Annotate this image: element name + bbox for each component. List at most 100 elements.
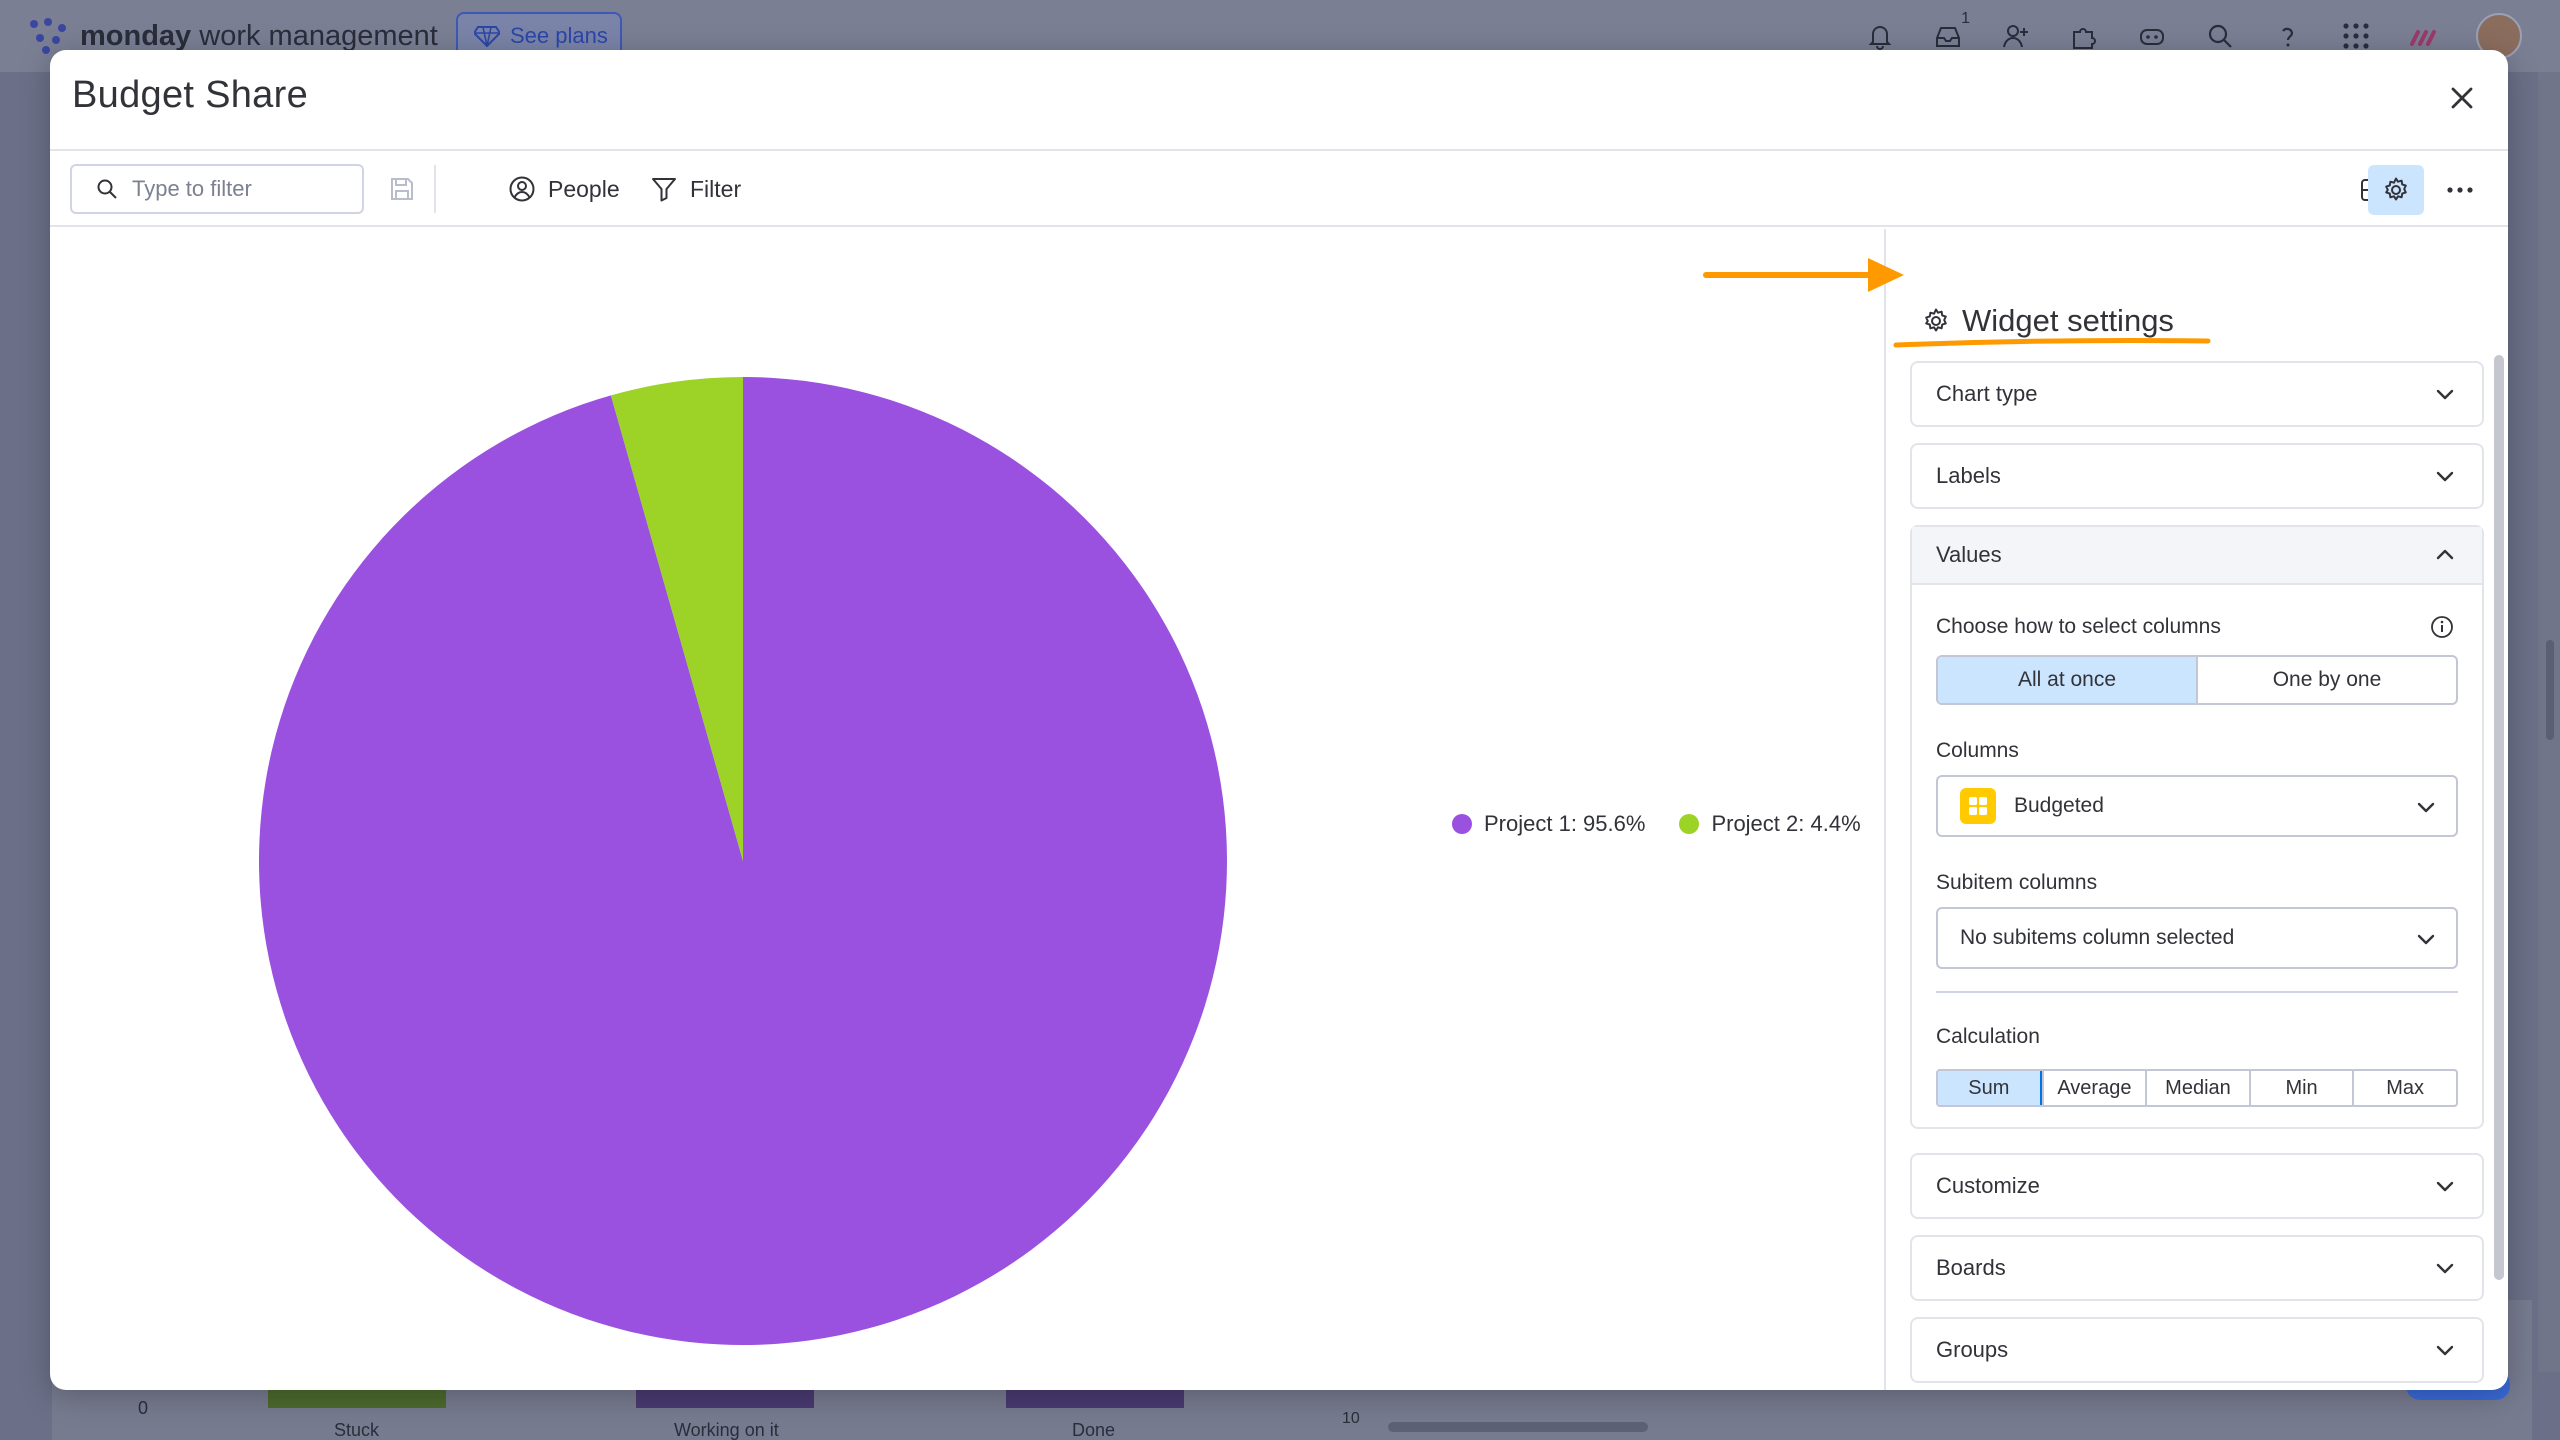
- legend-item-project-2[interactable]: Project 2: 4.4%: [1679, 811, 1861, 837]
- filter-button[interactable]: Filter: [642, 165, 749, 213]
- section-title: Values: [1936, 542, 2002, 567]
- section-labels[interactable]: Labels: [1910, 443, 2484, 509]
- person-circle-icon: [509, 176, 535, 202]
- background-bar-label: Working on it: [674, 1420, 779, 1440]
- legend-item-project-1[interactable]: Project 1: 95.6%: [1452, 811, 1645, 837]
- section-chart-type[interactable]: Chart type: [1910, 361, 2484, 427]
- calc-max[interactable]: Max: [2352, 1071, 2456, 1105]
- invite-user-icon[interactable]: [2000, 20, 2032, 52]
- save-view-button[interactable]: [384, 171, 420, 207]
- gear-icon: [2385, 177, 2407, 201]
- calculation-toggle: Sum Average Median Min Max: [1936, 1069, 2458, 1107]
- modal-toolbar: People Filter: [50, 151, 2508, 227]
- info-icon[interactable]: [2430, 615, 2454, 639]
- section-title: Labels: [1936, 463, 2001, 488]
- section-header[interactable]: Groups: [1912, 1319, 2482, 1381]
- column-mode-toggle: All at once One by one: [1936, 655, 2458, 705]
- chart-area: Project 1: 95.6% Project 2: 4.4%: [50, 229, 1884, 1390]
- help-icon[interactable]: [2272, 20, 2304, 52]
- ai-bot-icon[interactable]: [2136, 20, 2168, 52]
- section-header[interactable]: Customize: [1912, 1155, 2482, 1217]
- numbers-column-icon: [1960, 788, 1996, 824]
- section-header[interactable]: Chart type: [1912, 363, 2482, 425]
- filter-label: Filter: [690, 175, 742, 202]
- chevron-up-icon: [2436, 549, 2454, 560]
- calc-sum[interactable]: Sum: [1938, 1071, 2042, 1105]
- save-icon: [391, 178, 413, 200]
- background-horizontal-scrollbar: [1388, 1422, 1648, 1432]
- filter-funnel-icon: [652, 178, 676, 202]
- section-header[interactable]: Values: [1912, 527, 2482, 585]
- chart-legend: Project 1: 95.6% Project 2: 4.4%: [1452, 811, 1861, 837]
- legend-label: Project 2: 4.4%: [1711, 811, 1861, 836]
- background-bar-label: Stuck: [334, 1420, 380, 1440]
- more-dots-icon: [2447, 187, 2473, 193]
- close-button[interactable]: [2442, 78, 2482, 118]
- app-brand: monday work management: [80, 20, 438, 52]
- columns-value: Budgeted: [2014, 794, 2104, 817]
- legend-swatch: [1679, 814, 1700, 834]
- section-groups[interactable]: Groups: [1910, 1317, 2484, 1383]
- inbox-count-badge: 1: [1961, 10, 1970, 27]
- settings-scrollbar[interactable]: [2494, 355, 2504, 1280]
- search-icon: [97, 179, 117, 199]
- section-title: Customize: [1936, 1173, 2040, 1198]
- inbox-icon[interactable]: 1: [1932, 10, 1970, 52]
- columns-dropdown[interactable]: Budgeted: [1936, 775, 2458, 837]
- section-title: Boards: [1936, 1255, 2006, 1280]
- close-icon: [2451, 87, 2473, 109]
- legend-swatch: [1452, 814, 1472, 834]
- legend-label: Project 1: 95.6%: [1484, 811, 1646, 836]
- diamond-icon: [474, 26, 500, 47]
- annotation-arrow-icon: [1703, 258, 1904, 292]
- more-options-button[interactable]: [2432, 165, 2488, 215]
- mode-all-at-once[interactable]: All at once: [1938, 657, 2198, 703]
- widget-settings-button[interactable]: [2368, 165, 2424, 215]
- bell-icon[interactable]: [1864, 20, 1896, 52]
- section-title: Chart type: [1936, 381, 2038, 406]
- filter-search-box[interactable]: [70, 164, 364, 214]
- section-header[interactable]: Boards: [1912, 1237, 2482, 1299]
- people-filter-button[interactable]: People: [500, 165, 628, 213]
- chevron-down-icon: [2436, 389, 2454, 400]
- widget-settings-header: Widget settings: [1922, 303, 2174, 339]
- apps-grid-icon[interactable]: [2340, 20, 2372, 52]
- search-icon[interactable]: [2204, 20, 2236, 52]
- monday-products-icon[interactable]: [2408, 20, 2440, 52]
- calc-min[interactable]: Min: [2248, 1071, 2353, 1105]
- modal-title: Budget Share: [72, 74, 308, 116]
- section-values: Values Choose how to select columns All …: [1910, 525, 2484, 1129]
- modal-header: Budget Share: [50, 50, 2508, 151]
- background-bar-done: [1006, 1390, 1184, 1408]
- choose-columns-label: Choose how to select columns: [1936, 615, 2221, 638]
- values-body: Choose how to select columns All at once…: [1912, 585, 2482, 1127]
- values-divider: [1936, 991, 2458, 993]
- chevron-down-icon: [2436, 1181, 2454, 1192]
- calc-average[interactable]: Average: [2041, 1071, 2146, 1105]
- background-bar-working: [636, 1390, 814, 1408]
- subitem-columns-dropdown[interactable]: No subitems column selected: [1936, 907, 2458, 969]
- background-bar-label: Done: [1072, 1420, 1116, 1440]
- section-header[interactable]: Labels: [1912, 445, 2482, 507]
- chevron-down-icon: [2436, 1263, 2454, 1274]
- subitem-columns-value: No subitems column selected: [1960, 926, 2235, 949]
- section-customize[interactable]: Customize: [1910, 1153, 2484, 1219]
- mode-one-by-one[interactable]: One by one: [2196, 657, 2456, 703]
- budget-share-modal: Budget Share People Filter: [50, 50, 2508, 1390]
- subitem-columns-label: Subitem columns: [1936, 871, 2098, 894]
- chevron-down-icon: [2436, 471, 2454, 482]
- section-title: Groups: [1936, 1337, 2009, 1362]
- apps-puzzle-icon[interactable]: [2068, 20, 2100, 52]
- calculation-label: Calculation: [1936, 1025, 2040, 1048]
- calc-median[interactable]: Median: [2145, 1071, 2249, 1105]
- columns-label: Columns: [1936, 739, 2019, 762]
- widget-settings-panel: Widget settings Chart type Labels Values…: [1884, 229, 2508, 1390]
- gear-icon: [1925, 308, 1947, 332]
- people-label: People: [548, 175, 620, 202]
- section-boards[interactable]: Boards: [1910, 1235, 2484, 1301]
- chevron-down-icon: [2436, 1345, 2454, 1356]
- background-scrollbar: [2546, 640, 2554, 740]
- annotation-underline: [1893, 338, 2211, 348]
- widget-settings-title: Widget settings: [1962, 303, 2174, 338]
- filter-search-input[interactable]: [132, 176, 342, 202]
